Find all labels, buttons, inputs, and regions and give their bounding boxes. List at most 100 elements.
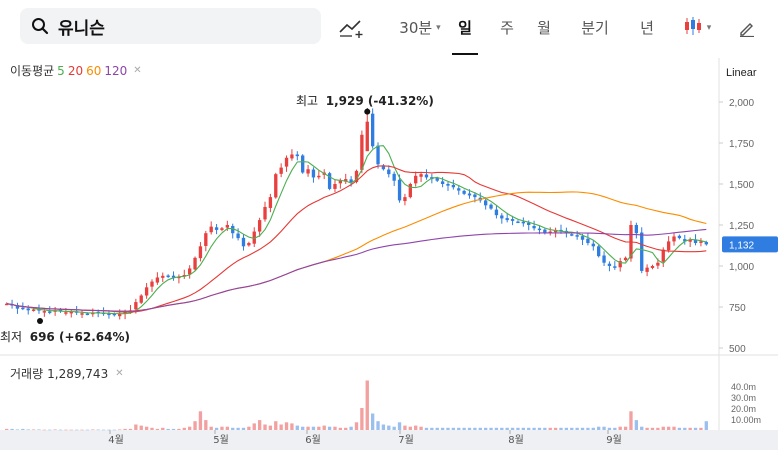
candle [311, 167, 316, 183]
candle-body [365, 121, 369, 152]
candle-body [166, 275, 170, 278]
volume-bar [591, 427, 595, 430]
candle-body [26, 308, 30, 311]
ma-5-label: 5 [57, 63, 65, 78]
volume-bar [112, 429, 116, 431]
volume-value: 1,289,743 [47, 366, 109, 381]
candle-body [510, 219, 515, 221]
volume-bar [274, 421, 278, 430]
x-tick-label: 5월 [213, 434, 229, 446]
candle-body [392, 173, 396, 181]
candle-body [414, 175, 418, 184]
candle [80, 309, 84, 318]
candle [446, 181, 450, 191]
volume-bar [58, 429, 63, 431]
candle-body [521, 221, 526, 224]
close-icon[interactable]: ✕ [115, 368, 123, 379]
candle-body [333, 184, 337, 189]
volume-bar [85, 429, 90, 431]
volume-bar [53, 429, 57, 431]
candle [144, 283, 149, 299]
volume-bar [704, 421, 708, 430]
close-icon[interactable]: ✕ [133, 65, 141, 76]
candle-body [311, 169, 316, 178]
candle [699, 238, 703, 247]
candle [602, 251, 606, 266]
low-annotation: 최저 696 (+62.64%) [0, 330, 130, 344]
candle [214, 224, 219, 235]
volume-bar [177, 428, 181, 430]
candle-body [516, 221, 520, 224]
candle [500, 213, 504, 224]
candle-body [483, 200, 488, 206]
candle-body [64, 312, 68, 314]
volume-label: 거래량 [10, 367, 44, 381]
candle-body [597, 246, 601, 257]
candle-body [85, 313, 90, 316]
candle-body [403, 197, 407, 202]
volume-bar [467, 427, 472, 430]
volume-bar [510, 427, 515, 430]
candle-body [301, 155, 305, 173]
candle-body [672, 236, 676, 242]
volume-bar [5, 428, 9, 430]
candle-body [570, 234, 574, 236]
volume-bar [666, 426, 671, 430]
volume-bar [161, 427, 165, 430]
volume-tick-label: 20.0m [731, 404, 756, 414]
y-tick-label: 1,750 [729, 139, 754, 150]
candle [327, 171, 332, 191]
ma-20-line [6, 165, 707, 313]
volume-bar [387, 425, 391, 430]
candle [177, 274, 181, 284]
volume-bar [284, 422, 289, 430]
volume-bar [457, 427, 461, 430]
volume-bar [166, 428, 170, 430]
volume-bar [317, 426, 321, 430]
candle-body [31, 309, 36, 311]
candle-body [48, 311, 52, 313]
volume-bar [446, 427, 450, 430]
candle-body [284, 157, 289, 167]
candle-body [645, 267, 649, 272]
candle [575, 230, 579, 240]
scale-toggle[interactable]: Linear [726, 67, 757, 79]
volume-bar [144, 426, 149, 430]
volume-bar [31, 429, 36, 431]
volume-bar [15, 429, 20, 431]
candle [204, 230, 208, 252]
volume-bar [225, 426, 230, 430]
volume-bar [257, 420, 262, 430]
candle [209, 221, 213, 235]
candle [387, 165, 391, 178]
volume-bar [505, 427, 509, 430]
candle-body [704, 242, 708, 245]
ma-120-label: 120 [104, 63, 128, 78]
volume-bar [462, 427, 466, 430]
volume-bar [392, 426, 396, 430]
ma-60-line [6, 191, 707, 312]
volume-bar [537, 427, 542, 430]
candle-body [274, 174, 278, 198]
volume-bar [516, 427, 520, 430]
candle [150, 279, 154, 292]
candle [155, 272, 160, 285]
candle-body [247, 243, 251, 246]
volume-bar [403, 425, 407, 430]
candle-body [440, 181, 445, 184]
volume-bar [553, 427, 558, 430]
y-tick-label: 750 [729, 303, 746, 314]
volume-bar [489, 427, 493, 430]
candle [74, 306, 79, 316]
volume-bar [236, 427, 240, 430]
candle-body [317, 175, 321, 178]
volume-bar [247, 426, 251, 430]
volume-bar [424, 427, 429, 430]
candle-body [150, 281, 154, 287]
volume-bar [295, 425, 299, 430]
volume-bar [37, 429, 41, 431]
candle [69, 309, 73, 318]
candle-body [198, 246, 203, 259]
candle [677, 234, 682, 240]
candle [408, 182, 412, 199]
